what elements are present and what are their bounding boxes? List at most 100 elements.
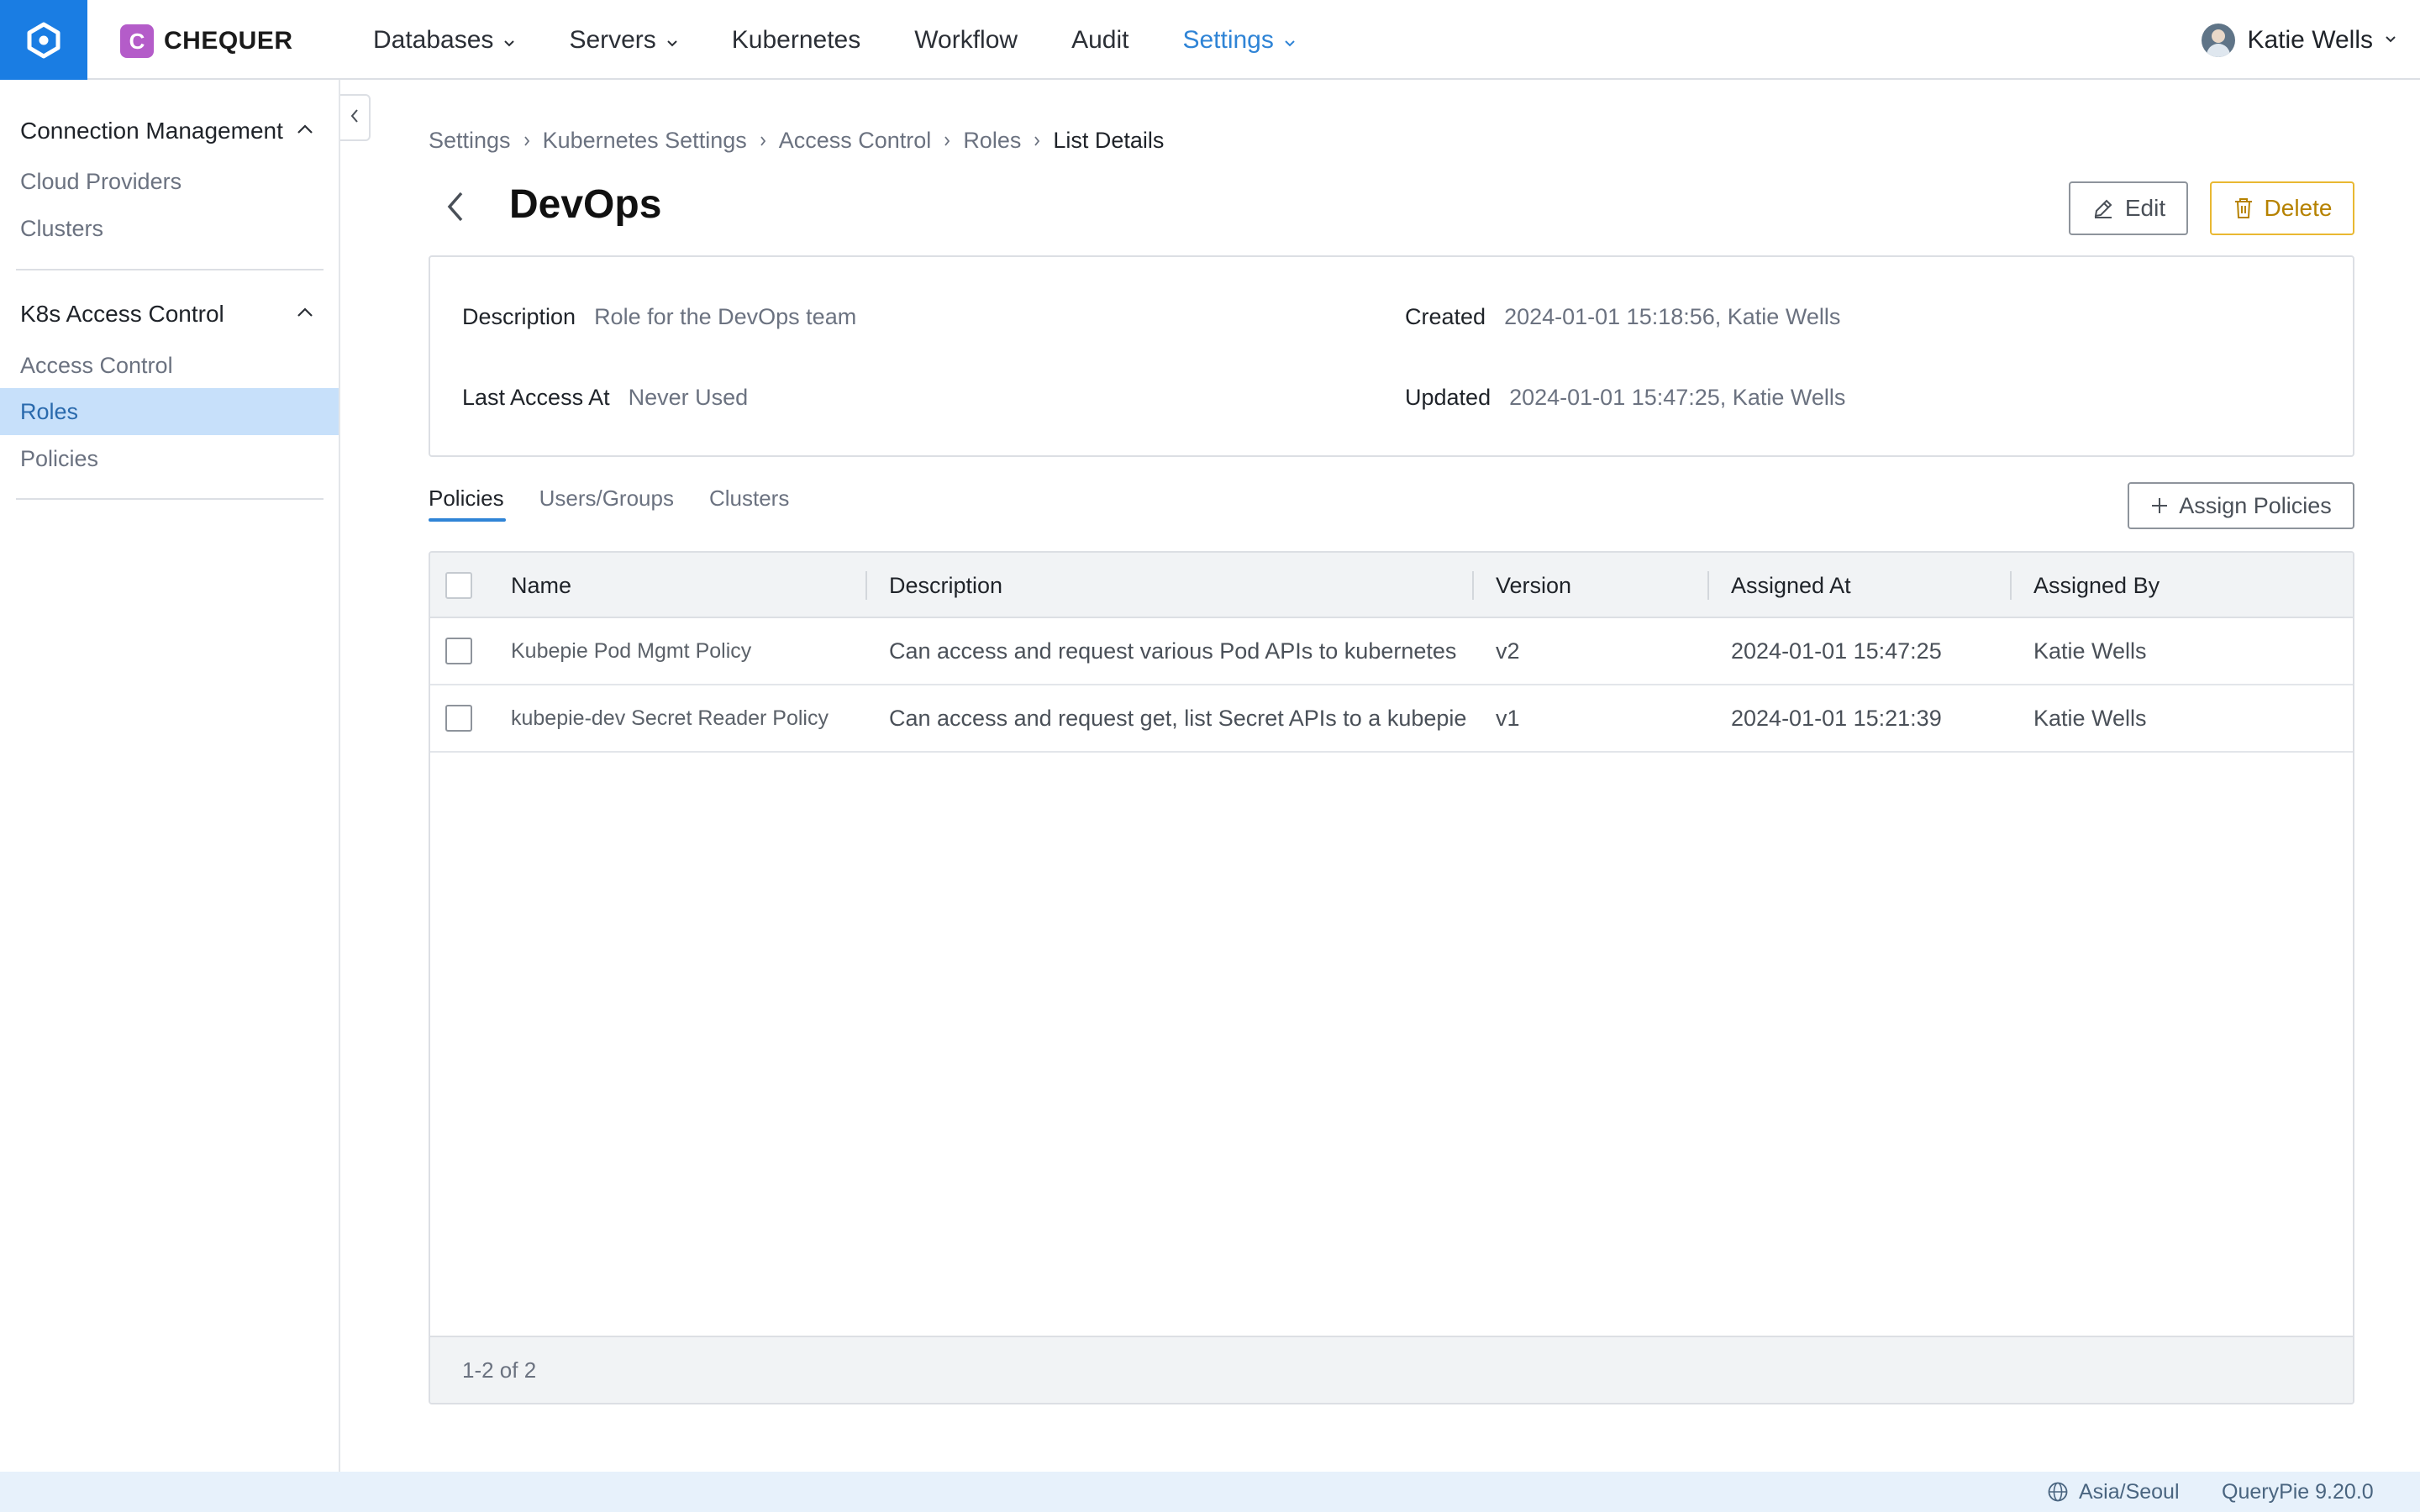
column-resizer[interactable] [1472,571,1474,600]
column-resizer[interactable] [1707,571,1709,600]
sidebar-group-k8s-access-control[interactable]: K8s Access Control [20,301,224,328]
cell-name[interactable]: kubepie-dev Secret Reader Policy [511,685,864,751]
description-row: Description Role for the DevOps team [462,304,856,330]
delete-button[interactable]: Delete [2210,181,2354,235]
column-description[interactable]: Description [889,553,1002,618]
updated-value: 2024-01-01 15:47:25, Katie Wells [1509,385,1846,410]
cell-description: Can access and request get, list Secret … [889,705,1467,731]
cell-assigned-by: Katie Wells [2033,638,2147,664]
chevron-right-icon [1033,134,1041,148]
chevron-down-icon [1284,26,1296,55]
nav-label: Databases [373,25,494,54]
nav-settings[interactable]: Settings [1182,26,1295,55]
description-value: Role for the DevOps team [594,304,857,329]
tab-clusters[interactable]: Clusters [709,486,789,522]
nav-label: Workflow [914,25,1018,54]
updated-row: Updated 2024-01-01 15:47:25, Katie Wells [1405,385,1845,411]
table-row[interactable]: Kubepie Pod Mgmt Policy Can access and r… [430,618,2353,685]
chevron-up-icon[interactable] [296,123,314,139]
nav-kubernetes[interactable]: Kubernetes [732,26,860,55]
app-version: QueryPie 9.20.0 [2222,1479,2374,1504]
last-access-label: Last Access At [462,385,610,410]
brand[interactable]: C CHEQUER [120,24,293,58]
edit-label: Edit [2124,195,2166,221]
page-title: DevOps [509,182,662,227]
breadcrumb-access-control[interactable]: Access Control [779,128,932,154]
top-bar: C CHEQUER Databases Servers Kubernetes W… [0,0,2420,80]
tab-users-groups[interactable]: Users/Groups [539,486,674,522]
nav-servers[interactable]: Servers [569,26,677,55]
table-row[interactable]: kubepie-dev Secret Reader Policy Can acc… [430,685,2353,753]
user-menu[interactable]: Katie Wells [2202,0,2396,80]
timezone-label: Asia/Seoul [2079,1479,2180,1504]
column-resizer[interactable] [2010,571,2012,600]
timezone-indicator[interactable]: Asia/Seoul [2047,1472,2180,1512]
cell-assigned-at: 2024-01-01 15:21:39 [1731,705,1942,731]
brand-name: CHEQUER [164,27,293,55]
cell-description: Can access and request various Pod APIs … [889,638,1457,664]
user-name: Katie Wells [2247,25,2373,54]
column-assigned-by[interactable]: Assigned By [2033,553,2160,618]
policies-table: Name Description Version Assigned At Ass… [429,551,2354,1404]
table-header: Name Description Version Assigned At Ass… [430,553,2353,618]
cell-assigned-at: 2024-01-01 15:47:25 [1731,638,1942,664]
row-checkbox[interactable] [445,638,472,664]
breadcrumb-roles[interactable]: Roles [963,128,1021,154]
pencil-icon [2091,197,2115,220]
sidebar-group-connection-management[interactable]: Connection Management [20,118,283,144]
globe-icon [2047,1481,2069,1503]
updated-label: Updated [1405,385,1491,410]
nav-label: Kubernetes [731,25,861,54]
last-access-value: Never Used [628,385,749,410]
nav-audit[interactable]: Audit [1071,26,1128,55]
sidebar-divider [16,498,324,500]
column-resizer[interactable] [865,571,867,600]
cell-version: v2 [1496,638,1520,664]
assign-policies-label: Assign Policies [2179,492,2332,518]
created-label: Created [1405,304,1486,329]
sidebar-collapse-button[interactable] [340,94,371,141]
breadcrumb-kubernetes-settings[interactable]: Kubernetes Settings [543,128,747,154]
assign-policies-button[interactable]: Assign Policies [2128,482,2354,529]
delete-label: Delete [2264,195,2333,221]
sidebar: Connection Management Cloud Providers Cl… [0,80,340,1472]
chevron-right-icon [943,134,951,148]
chevron-down-icon [2385,33,2396,48]
column-name[interactable]: Name [511,553,571,618]
role-details-card: Description Role for the DevOps team Las… [429,255,2354,457]
column-version[interactable]: Version [1496,553,1571,618]
nav-databases[interactable]: Databases [373,26,515,55]
cell-assigned-by: Katie Wells [2033,705,2147,731]
chevron-left-icon [350,108,360,129]
sidebar-item-access-control[interactable]: Access Control [0,342,339,389]
breadcrumb-settings[interactable]: Settings [429,128,511,154]
nav-label: Audit [1071,25,1129,54]
nav-workflow[interactable]: Workflow [914,26,1018,55]
created-row: Created 2024-01-01 15:18:56, Katie Wells [1405,304,1840,330]
tab-policies[interactable]: Policies [429,486,506,522]
plus-icon [2150,496,2169,515]
detail-tabs: Policies Users/Groups Clusters [429,486,824,522]
nav-label: Settings [1182,25,1274,54]
sidebar-item-clusters[interactable]: Clusters [0,205,339,252]
row-checkbox[interactable] [445,705,472,732]
chevron-up-icon[interactable] [296,307,314,323]
chevron-down-icon [666,26,678,55]
cell-name[interactable]: Kubepie Pod Mgmt Policy [511,618,864,684]
created-value: 2024-01-01 15:18:56, Katie Wells [1504,304,1841,329]
back-button[interactable] [439,188,472,228]
sidebar-item-policies[interactable]: Policies [0,435,339,482]
avatar [2202,23,2236,57]
sidebar-item-cloud-providers[interactable]: Cloud Providers [0,158,339,205]
last-access-row: Last Access At Never Used [462,385,748,411]
chevron-left-icon [445,190,466,228]
description-label: Description [462,304,576,329]
breadcrumb-current: List Details [1053,128,1165,153]
sidebar-divider [16,269,324,270]
table-footer: 1-2 of 2 [430,1336,2353,1403]
select-all-checkbox[interactable] [445,572,472,599]
sidebar-item-roles[interactable]: Roles [0,388,339,435]
app-logo-icon[interactable] [0,0,87,80]
edit-button[interactable]: Edit [2069,181,2188,235]
column-assigned-at[interactable]: Assigned At [1731,553,1851,618]
